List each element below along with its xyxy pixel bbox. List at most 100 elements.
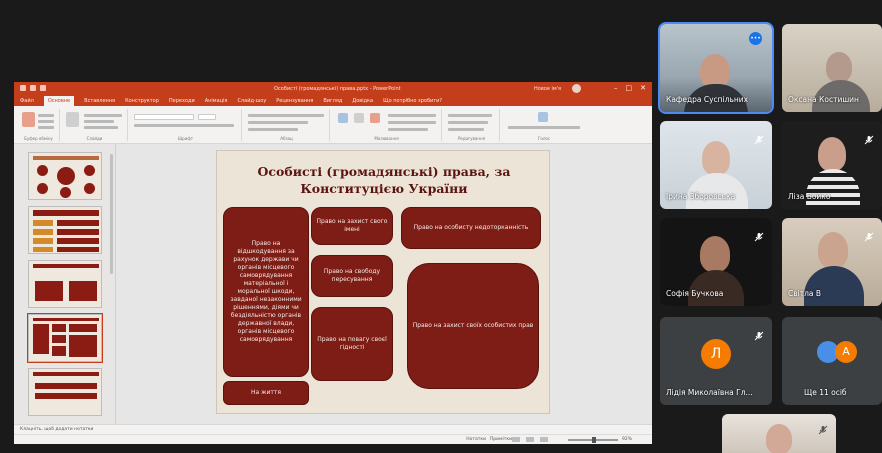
participant-tile-4[interactable]: Ліза Бойко xyxy=(782,121,882,209)
save-icon[interactable] xyxy=(20,85,26,91)
ribbon-group-voice: Голос xyxy=(502,109,586,141)
slide-thumbnail-2[interactable] xyxy=(28,206,102,254)
redo-icon[interactable] xyxy=(40,85,46,91)
ribbon-group-label: Абзац xyxy=(280,136,293,141)
self-view-tile[interactable] xyxy=(722,414,836,453)
ribbon-group-drawing: Малювання xyxy=(332,109,442,141)
group-avatars: A xyxy=(817,337,861,367)
undo-icon[interactable] xyxy=(30,85,36,91)
powerpoint-title-bar: Особисті (громадянські) права.pptx - Pow… xyxy=(14,82,652,95)
tab-transitions[interactable]: Переходи xyxy=(169,98,195,104)
video-call-screen: Особисті (громадянські) права.pptx - Pow… xyxy=(0,0,882,453)
notes-pane[interactable]: Клацніть, щоб додати нотатки xyxy=(14,424,652,434)
shared-screen-powerpoint: Особисті (громадянські) права.pptx - Pow… xyxy=(14,82,652,444)
ribbon-group-label: Малювання xyxy=(374,136,399,141)
zoom-level[interactable]: 92% xyxy=(622,437,632,442)
participant-tile-3[interactable]: Ірина Зборовська xyxy=(660,121,772,209)
ribbon-group-font: Шрифт xyxy=(130,109,242,141)
ribbon-group-label: Голос xyxy=(537,136,551,141)
quick-styles-icon[interactable] xyxy=(370,113,380,123)
quick-access-toolbar xyxy=(20,85,46,91)
participant-name: Софія Бучкова xyxy=(666,289,724,298)
paste-icon[interactable] xyxy=(22,112,35,127)
muted-mic-icon xyxy=(754,130,764,145)
tab-help[interactable]: Довідка xyxy=(352,98,373,104)
slide-editing-canvas: Особисті (громадянські) права, за Консти… xyxy=(116,144,652,434)
window-controls: – □ ✕ xyxy=(614,84,646,92)
font-size-select[interactable] xyxy=(198,114,216,120)
tab-animations[interactable]: Анімація xyxy=(205,98,228,104)
tab-slideshow[interactable]: Слайд-шоу xyxy=(237,98,266,104)
ribbon-group-paragraph: Абзац xyxy=(244,109,330,141)
tab-view[interactable]: Вигляд xyxy=(323,98,342,104)
ribbon-group-label: Слайди xyxy=(86,136,103,141)
right-box-movement[interactable]: Право на свободу пересування xyxy=(311,255,393,297)
font-name-select[interactable] xyxy=(134,114,194,120)
tab-design[interactable]: Конструктор xyxy=(125,98,159,104)
thumbnails-scrollbar[interactable] xyxy=(110,154,113,274)
tell-me-search[interactable]: Що потрібно зробити? xyxy=(383,98,442,104)
participant-name: Світла В xyxy=(788,289,822,298)
shapes-icon[interactable] xyxy=(338,113,348,123)
participant-tile-7[interactable]: Л Лідія Миколаївна Гл... xyxy=(660,317,772,405)
ribbon-group-slides: Слайди xyxy=(62,109,128,141)
minimize-icon[interactable]: – xyxy=(614,84,618,92)
participant-initial-avatar: A xyxy=(835,341,857,363)
new-slide-icon[interactable] xyxy=(66,112,79,127)
participant-name: Оксана Костишин xyxy=(788,95,859,104)
participant-tile-5[interactable]: Софія Бучкова xyxy=(660,218,772,306)
zoom-slider-knob[interactable] xyxy=(592,437,596,443)
muted-mic-icon xyxy=(754,326,764,341)
dictate-icon[interactable] xyxy=(538,112,548,122)
slide-thumbnail-4-selected[interactable] xyxy=(27,313,103,363)
maximize-icon[interactable]: □ xyxy=(626,84,633,92)
slide-thumbnail-1[interactable] xyxy=(28,152,102,200)
participant-tile-1[interactable]: ••• Кафедра Суспільних xyxy=(658,22,774,114)
current-slide[interactable]: Особисті (громадянські) права, за Консти… xyxy=(216,150,550,414)
muted-mic-icon xyxy=(864,130,874,145)
muted-mic-icon xyxy=(754,227,764,242)
more-participants-tile[interactable]: A Ще 11 осіб xyxy=(782,317,882,405)
slide-thumbnail-3[interactable] xyxy=(28,260,102,308)
participant-initial-avatar: Л xyxy=(701,339,731,369)
close-icon[interactable]: ✕ xyxy=(640,84,646,92)
notes-toggle[interactable]: Нотатки xyxy=(466,437,486,442)
muted-mic-icon xyxy=(864,227,874,242)
right-box-personal-rights[interactable]: Право на захист своїх особистих прав xyxy=(407,263,539,389)
participant-name: Лідія Миколаївна Гл... xyxy=(666,388,753,397)
tab-home[interactable]: Основне xyxy=(43,95,75,106)
ribbon-toolbar: Буфер обміну Слайди Шрифт Абзац Малюванн… xyxy=(14,106,652,144)
participant-tile-6[interactable]: Світла В xyxy=(782,218,882,306)
right-box-inviolability[interactable]: Право на особисту недоторканність xyxy=(401,207,541,249)
normal-view-icon[interactable] xyxy=(512,437,520,442)
ribbon-group-clipboard: Буфер обміну xyxy=(18,109,60,141)
slide-title[interactable]: Особисті (громадянські) права, за Консти… xyxy=(223,163,545,197)
notes-placeholder: Клацніть, щоб додати нотатки xyxy=(20,427,94,432)
right-box-compensation[interactable]: Право на відшкодування за рахунок держав… xyxy=(223,207,309,377)
participant-name: Ліза Бойко xyxy=(788,192,831,201)
slide-sorter-icon[interactable] xyxy=(526,437,534,442)
speaking-indicator-icon: ••• xyxy=(749,32,762,45)
ribbon-group-label: Шрифт xyxy=(177,136,194,141)
reading-view-icon[interactable] xyxy=(540,437,548,442)
participant-name: Ірина Зборовська xyxy=(666,192,736,201)
right-box-life[interactable]: На життя xyxy=(223,381,309,405)
participant-tile-2[interactable]: Оксана Костишин xyxy=(782,24,882,112)
arrange-icon[interactable] xyxy=(354,113,364,123)
comments-toggle[interactable]: Примітки xyxy=(490,437,512,442)
account-name[interactable]: Новое ім'я xyxy=(534,86,561,92)
right-box-name[interactable]: Право на захист свого імені xyxy=(311,207,393,245)
account-avatar[interactable] xyxy=(572,84,581,93)
ribbon-group-editing: Редагування xyxy=(444,109,500,141)
muted-mic-icon xyxy=(818,420,828,435)
right-box-dignity[interactable]: Право на повагу своєї гідності xyxy=(311,307,393,381)
more-participants-label: Ще 11 осіб xyxy=(804,388,847,397)
slide-thumbnails-pane xyxy=(14,144,116,434)
ribbon-group-label: Редагування xyxy=(457,136,485,141)
tab-insert[interactable]: Вставлення xyxy=(84,98,115,104)
ribbon-group-label: Буфер обміну xyxy=(24,136,53,141)
ribbon-tabs: Файл Основне Вставлення Конструктор Пере… xyxy=(14,95,652,106)
slide-thumbnail-5[interactable] xyxy=(28,368,102,416)
tab-file[interactable]: Файл xyxy=(20,98,34,104)
tab-review[interactable]: Рецензування xyxy=(276,98,313,104)
